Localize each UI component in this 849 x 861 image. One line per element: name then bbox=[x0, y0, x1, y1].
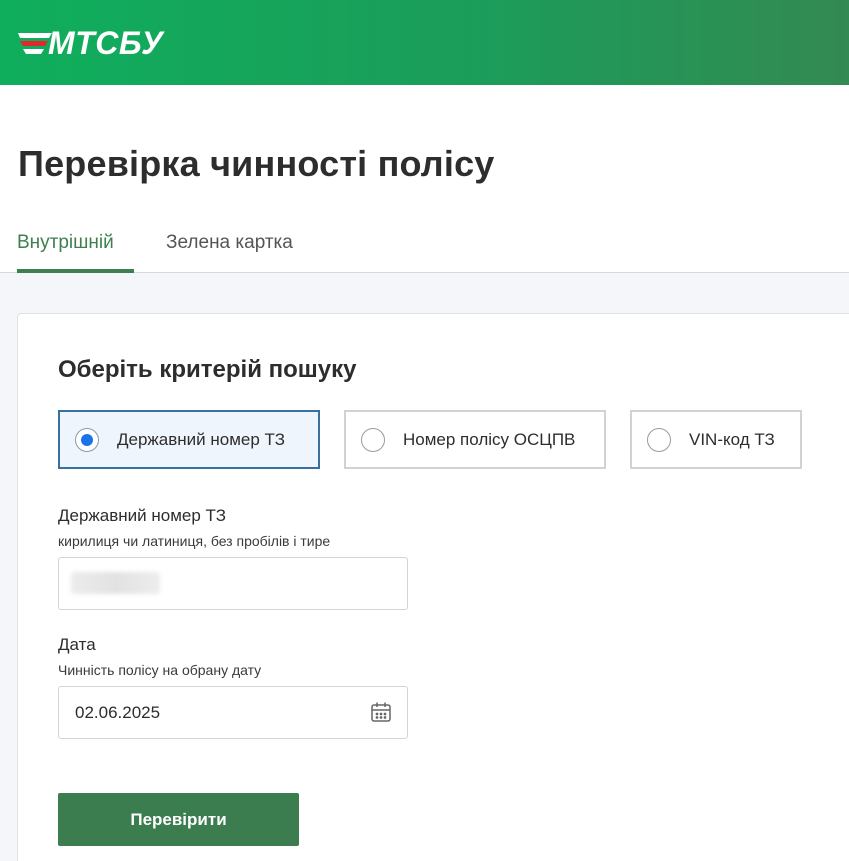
radio-button[interactable] bbox=[75, 427, 99, 452]
tab-green-card[interactable]: Зелена картка bbox=[166, 232, 293, 254]
date-field-label: Дата bbox=[58, 635, 96, 654]
check-button[interactable]: Перевірити bbox=[58, 793, 299, 846]
logo-text: МТСБУ bbox=[48, 25, 164, 61]
option-policy-number[interactable]: Номер полісу ОСЦПВ bbox=[344, 410, 606, 469]
plate-field-hint: кирилиця чи латиниця, без пробілів і тир… bbox=[58, 533, 331, 549]
option-label: VIN-код ТЗ bbox=[689, 429, 775, 449]
radio-button[interactable] bbox=[361, 427, 385, 452]
mtsbu-logo[interactable]: МТСБУ bbox=[16, 26, 163, 60]
radio-selected-dot bbox=[81, 433, 93, 446]
date-value: 02.06.2025 bbox=[75, 703, 161, 722]
plate-number-input[interactable] bbox=[58, 557, 408, 610]
date-input[interactable]: 02.06.2025 bbox=[58, 686, 408, 739]
site-header: МТСБУ bbox=[0, 0, 849, 85]
tab-bar: Внутрішній Зелена картка bbox=[0, 222, 849, 273]
option-label: Номер полісу ОСЦПВ bbox=[403, 429, 576, 449]
tab-internal[interactable]: Внутрішній bbox=[17, 232, 114, 254]
calendar-icon[interactable] bbox=[370, 701, 392, 723]
option-plate-number[interactable]: Державний номер ТЗ bbox=[58, 410, 320, 469]
criteria-title: Оберіть критерій пошуку bbox=[58, 356, 357, 383]
page-title: Перевірка чинності полісу bbox=[18, 143, 495, 184]
option-vin-code[interactable]: VIN-код ТЗ bbox=[630, 410, 802, 469]
redacted-plate-value bbox=[71, 572, 160, 594]
plate-field-label: Державний номер ТЗ bbox=[58, 506, 227, 525]
radio-button[interactable] bbox=[647, 427, 671, 452]
logo-stripes-icon bbox=[16, 27, 54, 59]
option-label: Державний номер ТЗ bbox=[117, 429, 286, 449]
date-field-hint: Чинність полісу на обрану дату bbox=[58, 662, 262, 678]
